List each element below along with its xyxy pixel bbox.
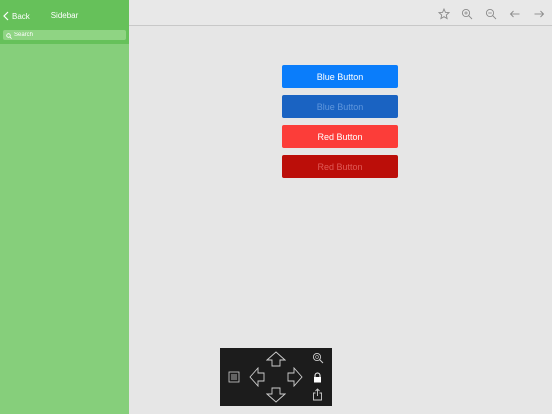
sidebar: Back Sidebar <box>0 0 129 414</box>
search-bar <box>0 27 129 44</box>
menu-icon[interactable] <box>228 371 240 383</box>
red-button-disabled: Red Button <box>282 155 398 178</box>
toolbar <box>129 0 552 26</box>
zoom-icon[interactable] <box>312 352 324 364</box>
arrow-down-icon[interactable] <box>266 387 286 403</box>
zoom-in-icon[interactable] <box>461 8 473 20</box>
share-icon[interactable] <box>312 388 323 401</box>
arrow-right-icon[interactable] <box>287 367 303 387</box>
arrow-left-icon[interactable] <box>509 8 521 20</box>
control-pad <box>220 348 332 406</box>
search-input[interactable] <box>14 30 124 40</box>
arrow-up-icon[interactable] <box>266 351 286 367</box>
search-box[interactable] <box>3 30 126 40</box>
blue-button[interactable]: Blue Button <box>282 65 398 88</box>
lock-icon[interactable] <box>312 372 323 383</box>
red-button[interactable]: Red Button <box>282 125 398 148</box>
star-icon[interactable] <box>438 8 450 20</box>
zoom-out-icon[interactable] <box>485 8 497 20</box>
search-icon <box>6 26 12 44</box>
arrow-right-icon[interactable] <box>533 8 545 20</box>
sidebar-header: Back Sidebar <box>0 0 129 27</box>
sidebar-title: Sidebar <box>50 11 79 20</box>
blue-button-disabled: Blue Button <box>282 95 398 118</box>
arrow-left-icon[interactable] <box>249 367 265 387</box>
